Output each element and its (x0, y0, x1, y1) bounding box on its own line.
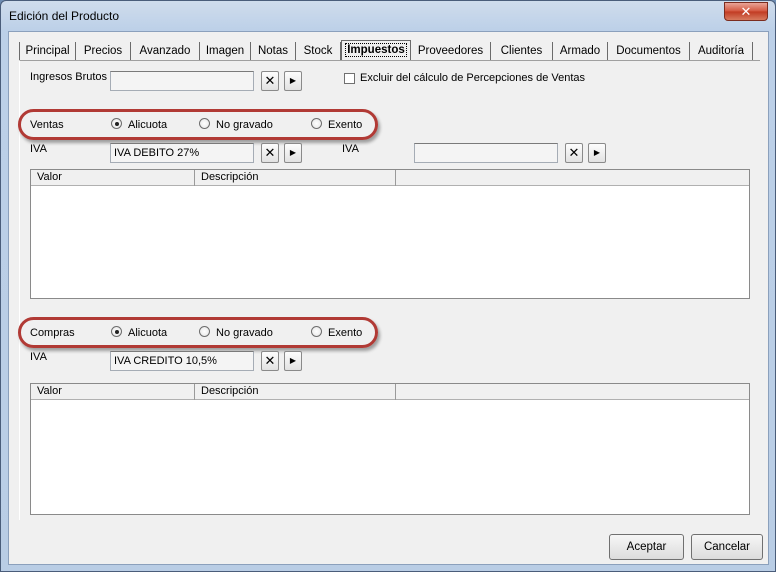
clear-icon: ✕ (264, 353, 276, 368)
compras-iva-lookup-button[interactable]: ▶ (284, 351, 302, 371)
ventas-no-gravado-label: No gravado (216, 119, 273, 131)
cancel-button[interactable]: Cancelar (691, 534, 763, 560)
ventas-no-gravado-radio[interactable] (199, 118, 210, 129)
clear-icon: ✕ (264, 73, 276, 88)
ventas-iva2-lookup-button[interactable]: ▶ (588, 143, 606, 163)
compras-grid[interactable]: Valor Descripción (30, 383, 750, 515)
ventas-alicuota-radio[interactable] (111, 118, 122, 129)
tab-documentos[interactable]: Documentos (608, 42, 690, 61)
excluir-percepciones-label: Excluir del cálculo de Percepciones de V… (360, 72, 586, 84)
compras-label: Compras (30, 327, 75, 339)
tab-clientes[interactable]: Clientes (491, 42, 553, 61)
tab-avanzado[interactable]: Avanzado (131, 42, 200, 61)
ventas-iva2-label: IVA (342, 143, 359, 155)
ventas-grid[interactable]: Valor Descripción (30, 169, 750, 299)
arrow-right-icon: ▶ (289, 76, 297, 85)
grid-col-valor[interactable]: Valor (31, 384, 195, 400)
tab-label: Clientes (500, 45, 543, 57)
ingresos-brutos-label: Ingresos Brutos (30, 71, 108, 83)
window-title: Edición del Producto (9, 9, 120, 23)
tab-label: Stock (303, 45, 333, 57)
tab-auditoria[interactable]: Auditoría (690, 42, 753, 61)
clear-icon: ✕ (264, 145, 276, 160)
ingresos-brutos-field[interactable] (110, 71, 254, 91)
compras-iva-field[interactable]: IVA CREDITO 10,5% (110, 351, 254, 371)
grid-header: Valor Descripción (31, 170, 749, 186)
ventas-label: Ventas (30, 119, 64, 131)
ventas-iva-clear-button[interactable]: ✕ (261, 143, 279, 163)
tab-label: Principal (25, 45, 70, 57)
tab-principal[interactable]: Principal (19, 42, 76, 61)
tab-label: Imagen (205, 45, 245, 57)
dialog-client: Principal Precios Avanzado Imagen Notas … (8, 31, 769, 565)
arrow-right-icon: ▶ (289, 356, 297, 365)
tab-imagen[interactable]: Imagen (200, 42, 251, 61)
tab-armado[interactable]: Armado (553, 42, 608, 61)
grid-col-descripcion[interactable]: Descripción (195, 170, 396, 186)
grid-col-valor[interactable]: Valor (31, 170, 195, 186)
compras-alicuota-label: Alicuota (128, 327, 168, 339)
excluir-percepciones-checkbox[interactable] (344, 73, 355, 84)
tab-label: Documentos (616, 45, 681, 57)
arrow-right-icon: ▶ (593, 148, 601, 157)
ventas-highlight (18, 109, 378, 140)
tab-label: Proveedores (417, 45, 484, 57)
clear-icon: ✕ (568, 145, 580, 160)
impuestos-panel: Ingresos Brutos ✕ ▶ Excluir del cálculo … (18, 60, 760, 520)
compras-iva-clear-button[interactable]: ✕ (261, 351, 279, 371)
tab-precios[interactable]: Precios (76, 42, 131, 61)
accept-button[interactable]: Aceptar (609, 534, 684, 560)
compras-no-gravado-radio[interactable] (199, 326, 210, 337)
compras-exento-radio[interactable] (311, 326, 322, 337)
ventas-exento-label: Exento (328, 119, 363, 131)
title-bar[interactable]: Edición del Producto ✕ (1, 1, 775, 31)
tab-label: Notas (257, 45, 289, 57)
tab-impuestos[interactable]: Impuestos (341, 40, 411, 61)
grid-col-descripcion[interactable]: Descripción (195, 384, 396, 400)
compras-no-gravado-label: No gravado (216, 327, 273, 339)
close-icon: ✕ (740, 4, 752, 19)
tab-label: Auditoría (697, 45, 745, 57)
tab-label: Precios (83, 45, 123, 57)
product-edit-window: Edición del Producto ✕ Principal Precios… (0, 0, 776, 572)
tab-notas[interactable]: Notas (251, 42, 296, 61)
tab-proveedores[interactable]: Proveedores (411, 42, 491, 61)
ventas-iva-label: IVA (30, 143, 47, 155)
tab-label: Impuestos (345, 43, 407, 57)
compras-alicuota-radio[interactable] (111, 326, 122, 337)
ventas-iva-field[interactable]: IVA DEBITO 27% (110, 143, 254, 163)
ingresos-lookup-button[interactable]: ▶ (284, 71, 302, 91)
close-button[interactable]: ✕ (724, 2, 768, 21)
tab-label: Armado (559, 45, 601, 57)
compras-exento-label: Exento (328, 327, 363, 339)
ventas-iva2-clear-button[interactable]: ✕ (565, 143, 583, 163)
compras-iva-label: IVA (30, 351, 47, 363)
ventas-alicuota-label: Alicuota (128, 119, 168, 131)
tab-stock[interactable]: Stock (296, 42, 341, 61)
ingresos-clear-button[interactable]: ✕ (261, 71, 279, 91)
tab-label: Avanzado (139, 45, 191, 57)
arrow-right-icon: ▶ (289, 148, 297, 157)
ventas-iva2-field[interactable] (414, 143, 558, 163)
ventas-exento-radio[interactable] (311, 118, 322, 129)
grid-header: Valor Descripción (31, 384, 749, 400)
ventas-iva-lookup-button[interactable]: ▶ (284, 143, 302, 163)
